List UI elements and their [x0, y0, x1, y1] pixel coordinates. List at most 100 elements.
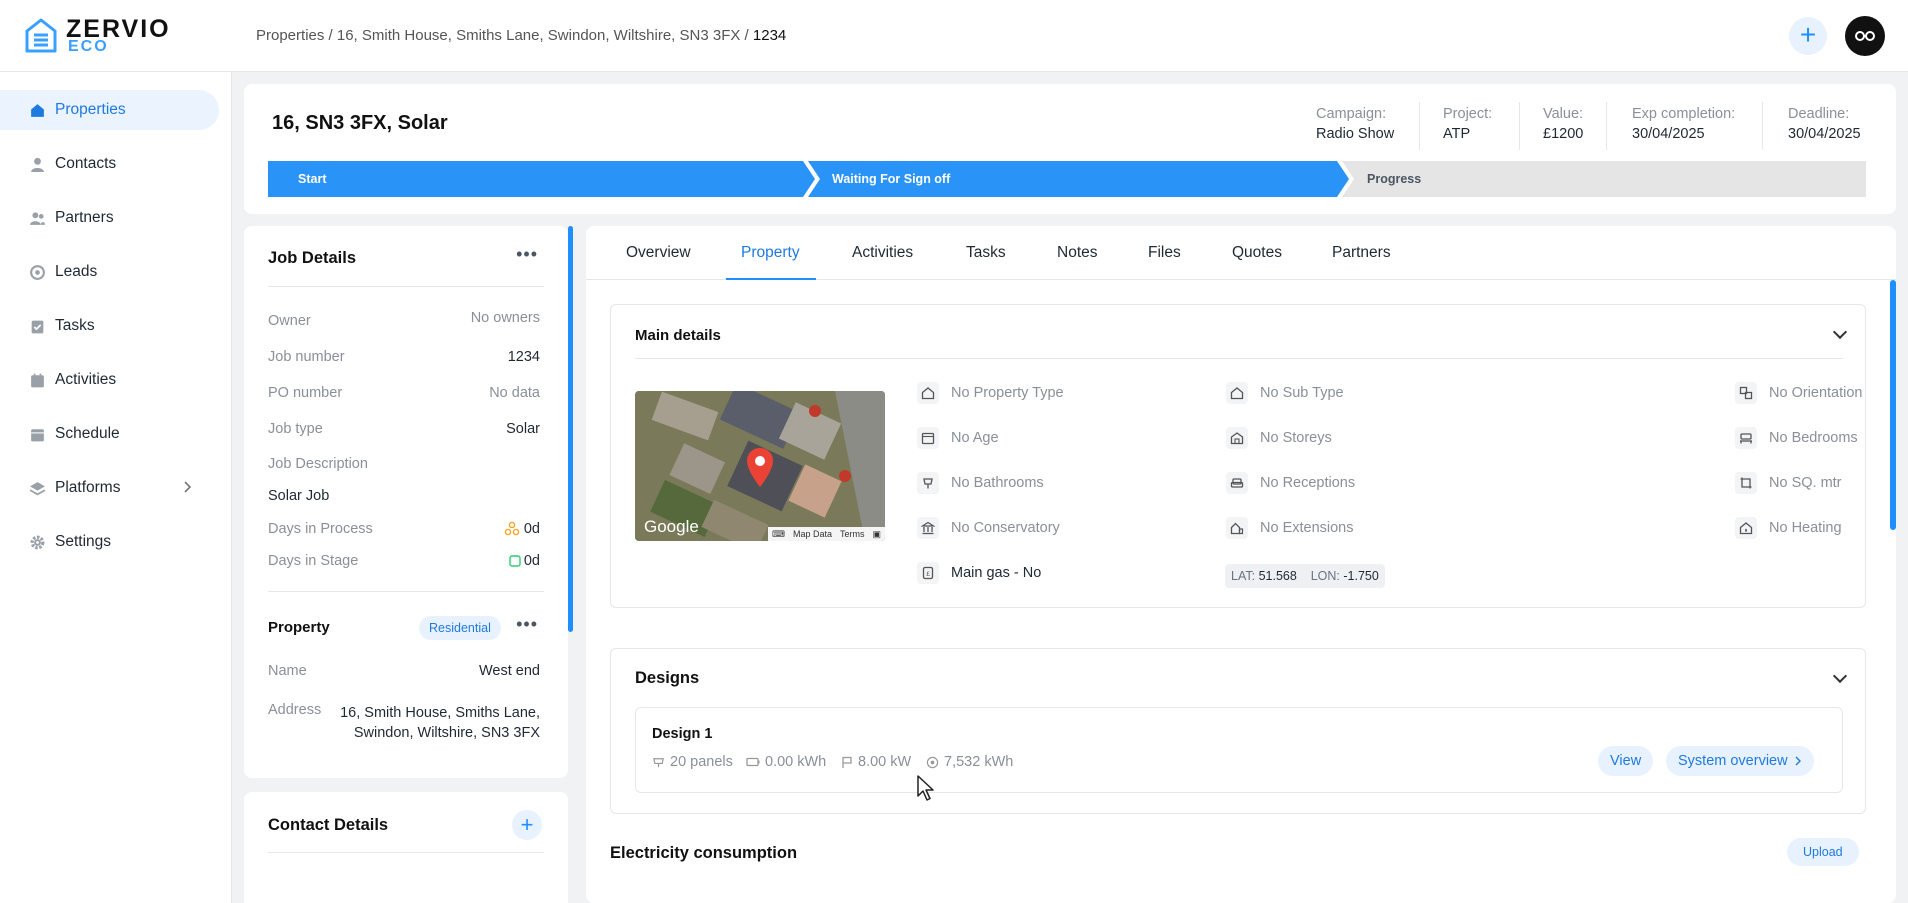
meta-exp-completion: Exp completion: 30/04/2025	[1632, 104, 1735, 144]
upload-button[interactable]: Upload	[1787, 838, 1859, 866]
meta-value-field: Value: £1200	[1543, 104, 1583, 144]
view-button[interactable]: View	[1598, 746, 1654, 776]
gas-meter-icon: £	[917, 562, 939, 584]
attr-orientation: No Orientation	[1735, 382, 1863, 404]
avatar[interactable]	[1845, 16, 1885, 56]
property-address: 16, Smith House, Smiths Lane, Swindon, W…	[340, 703, 540, 743]
tab-partners[interactable]: Partners	[1332, 244, 1391, 262]
meta-value: 30/04/2025	[1788, 126, 1861, 142]
property-name-value: West end	[479, 663, 540, 679]
days-in-process-value: 0d	[523, 521, 540, 537]
terms-link[interactable]: Terms	[840, 529, 865, 539]
zervio-logo[interactable]: ZERVIO ECO	[24, 16, 184, 56]
sidebar-item-contacts[interactable]: Contacts	[0, 144, 219, 184]
main-panel: Overview Property Activities Tasks Notes…	[586, 226, 1896, 903]
meta-campaign: Campaign: Radio Show	[1316, 104, 1394, 144]
sidebar-item-leads[interactable]: Leads	[0, 252, 219, 292]
row-label: Job type	[268, 421, 323, 437]
attr-value: Main gas - No	[951, 565, 1042, 581]
sidebar-item-platforms[interactable]: Platforms	[0, 468, 219, 508]
meta-value: £1200	[1543, 126, 1584, 142]
sidebar-item-activities[interactable]: Activities	[0, 360, 219, 400]
stage-start[interactable]: Start	[298, 161, 326, 197]
attr-value: No Property Type	[951, 385, 1064, 401]
attr-value: No Age	[951, 430, 999, 446]
stage-waiting-sign-off[interactable]: Waiting For Sign off	[832, 161, 950, 197]
yield-value: 7,532 kWh	[944, 754, 1014, 770]
map-pin-icon	[747, 448, 773, 487]
main-scrollbar[interactable]	[1890, 280, 1896, 530]
divider	[1419, 102, 1420, 150]
address-line: Swindon, Wiltshire, SN3 3FX	[353, 725, 540, 741]
tab-files[interactable]: Files	[1148, 244, 1181, 262]
yield-stat: 7,532 kWh	[926, 754, 1013, 770]
battery-icon	[746, 757, 760, 767]
house-logo-icon	[25, 18, 57, 53]
sidebar-item-tasks[interactable]: Tasks	[0, 306, 219, 346]
storage-value: 0.00 kWh	[765, 754, 827, 770]
house-icon	[1226, 382, 1248, 404]
stage-progress-step[interactable]: Progress	[1367, 161, 1421, 197]
person-icon	[31, 157, 44, 172]
row-label: PO number	[268, 385, 343, 401]
more-options-icon[interactable]: •••	[516, 244, 538, 265]
tab-overview[interactable]: Overview	[626, 244, 691, 262]
sidebar-item-properties[interactable]: Properties	[0, 90, 219, 130]
panels-value: 20 panels	[670, 754, 733, 770]
solar-panel-icon	[653, 757, 664, 767]
sidebar-item-label: Properties	[55, 101, 126, 118]
row-label: Job Description	[268, 456, 368, 472]
owner-value: No owners	[470, 310, 540, 326]
days-in-stage-value: 0d	[523, 553, 540, 569]
attr-value: No Heating	[1769, 520, 1842, 536]
map-footer: ⌨ Map Data Terms ▣	[767, 527, 885, 541]
map-google-label: Google	[644, 517, 699, 536]
report-icon[interactable]: ▣	[872, 529, 881, 540]
left-scrollbar[interactable]	[568, 226, 573, 632]
add-button[interactable]: +	[1789, 17, 1827, 55]
lat-value: 51.568	[1258, 569, 1297, 583]
panels-stat: 20 panels	[652, 754, 733, 770]
divider	[268, 852, 544, 853]
designs-panel: Designs Design 1 20 panels 0.00 kWh 8.00…	[610, 648, 1866, 814]
stage-arrows	[268, 161, 1866, 197]
chevron-down-icon[interactable]	[1832, 668, 1848, 684]
attr-sub-type: No Sub Type	[1226, 382, 1344, 404]
building-icon	[1226, 427, 1248, 449]
electricity-consumption-title: Electricity consumption	[610, 844, 798, 862]
calendar-icon	[917, 427, 939, 449]
extension-icon	[1226, 517, 1248, 539]
storage-stat: 0.00 kWh	[746, 754, 826, 770]
tab-property[interactable]: Property	[741, 244, 800, 262]
attr-value: No Bathrooms	[951, 475, 1044, 491]
shower-icon	[917, 472, 939, 494]
tab-quotes[interactable]: Quotes	[1232, 244, 1282, 262]
sidebar-item-partners[interactable]: Partners	[0, 198, 219, 238]
system-overview-button[interactable]: System overview	[1666, 746, 1814, 776]
meta-label: Exp completion:	[1632, 106, 1736, 122]
attr-value: No Bedrooms	[1769, 430, 1858, 446]
sidebar-item-label: Leads	[55, 263, 98, 280]
keyboard-icon[interactable]: ⌨	[772, 529, 785, 540]
more-options-icon[interactable]: •••	[516, 614, 538, 635]
attr-age: No Age	[917, 427, 999, 449]
map-data-link[interactable]: Map Data	[793, 529, 832, 539]
attr-storeys: No Storeys	[1226, 427, 1332, 449]
power-stat: 8.00 kW	[841, 754, 911, 770]
breadcrumb-path[interactable]: Properties / 16, Smith House, Smiths Lan…	[256, 27, 749, 44]
tab-bar: Overview Property Activities Tasks Notes…	[586, 226, 1896, 280]
add-contact-button[interactable]: +	[512, 810, 542, 840]
lon-label: LON:	[1310, 569, 1340, 583]
chevron-right-icon	[184, 481, 192, 493]
sidebar-item-label: Activities	[55, 371, 117, 388]
chevron-down-icon[interactable]	[1832, 324, 1848, 340]
sidebar-item-schedule[interactable]: Schedule	[0, 414, 219, 454]
contact-details-title: Contact Details	[268, 816, 389, 834]
tab-notes[interactable]: Notes	[1057, 244, 1098, 262]
attr-value: No SQ. mtr	[1769, 475, 1842, 491]
tab-tasks[interactable]: Tasks	[966, 244, 1006, 262]
property-map[interactable]: Google ⌨ Map Data Terms ▣	[635, 391, 885, 541]
tab-activities[interactable]: Activities	[852, 244, 913, 262]
sidebar-item-settings[interactable]: Settings	[0, 522, 219, 562]
house-icon	[917, 382, 939, 404]
